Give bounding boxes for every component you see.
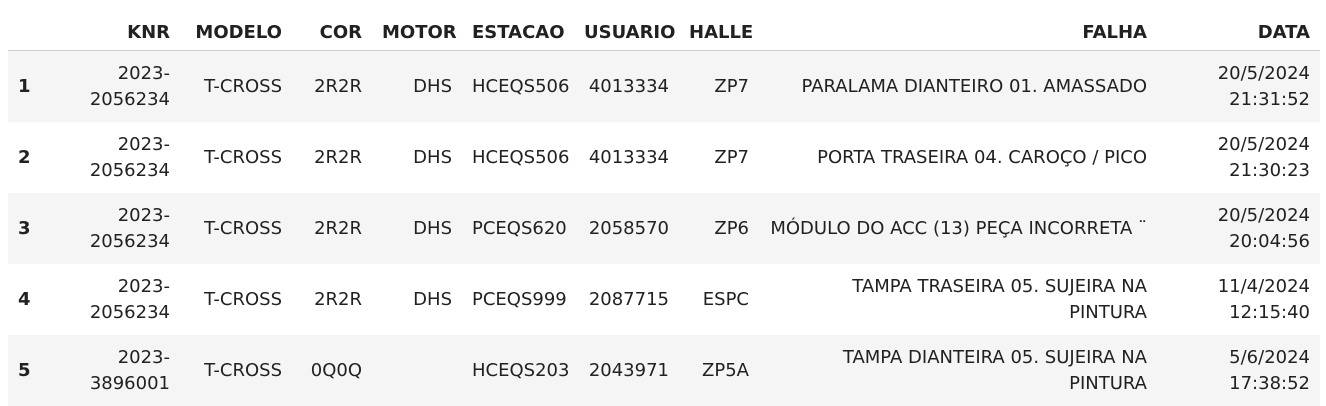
cell-knr: 2023- 3896001	[68, 335, 180, 406]
cell-cor: 2R2R	[292, 122, 372, 193]
cell-knr: 2023- 2056234	[68, 51, 180, 123]
cell-knr: 2023- 2056234	[68, 193, 180, 264]
cell-halle: ZP5A	[679, 335, 759, 406]
cell-data: 11/4/2024 12:15:40	[1157, 264, 1320, 335]
column-header-index	[8, 14, 68, 51]
cell-usuario: 4013334	[574, 51, 679, 123]
dataframe-container: KNR MODELO COR MOTOR ESTACAO USUARIO HAL…	[0, 0, 1326, 406]
row-index: 5	[8, 335, 68, 406]
cell-cor: 2R2R	[292, 264, 372, 335]
cell-cor: 0Q0Q	[292, 335, 372, 406]
cell-estacao: PCEQS620	[462, 193, 574, 264]
table-row: 2 2023- 2056234 T-CROSS 2R2R DHS HCEQS50…	[8, 122, 1320, 193]
row-index: 1	[8, 51, 68, 123]
cell-data: 20/5/2024 21:31:52	[1157, 51, 1320, 123]
cell-usuario: 4013334	[574, 122, 679, 193]
cell-knr: 2023- 2056234	[68, 122, 180, 193]
row-index: 2	[8, 122, 68, 193]
cell-data: 20/5/2024 21:30:23	[1157, 122, 1320, 193]
cell-modelo: T-CROSS	[180, 193, 292, 264]
cell-motor: DHS	[372, 264, 462, 335]
data-table: KNR MODELO COR MOTOR ESTACAO USUARIO HAL…	[8, 14, 1320, 406]
cell-halle: ZP7	[679, 122, 759, 193]
column-header-usuario: USUARIO	[574, 14, 679, 51]
cell-motor: DHS	[372, 51, 462, 123]
cell-falha: MÓDULO DO ACC (13) PEÇA INCORRETA ¨	[759, 193, 1157, 264]
column-header-motor: MOTOR	[372, 14, 462, 51]
column-header-knr: KNR	[68, 14, 180, 51]
table-row: 5 2023- 3896001 T-CROSS 0Q0Q HCEQS203 20…	[8, 335, 1320, 406]
cell-falha: TAMPA DIANTEIRA 05. SUJEIRA NA PINTURA	[759, 335, 1157, 406]
cell-halle: ESPC	[679, 264, 759, 335]
table-row: 4 2023- 2056234 T-CROSS 2R2R DHS PCEQS99…	[8, 264, 1320, 335]
cell-modelo: T-CROSS	[180, 264, 292, 335]
cell-data: 20/5/2024 20:04:56	[1157, 193, 1320, 264]
cell-usuario: 2087715	[574, 264, 679, 335]
cell-motor	[372, 335, 462, 406]
header-row: KNR MODELO COR MOTOR ESTACAO USUARIO HAL…	[8, 14, 1320, 51]
column-header-halle: HALLE	[679, 14, 759, 51]
table-row: 1 2023- 2056234 T-CROSS 2R2R DHS HCEQS50…	[8, 51, 1320, 123]
cell-falha: PORTA TRASEIRA 04. CAROÇO / PICO	[759, 122, 1157, 193]
row-index: 4	[8, 264, 68, 335]
column-header-modelo: MODELO	[180, 14, 292, 51]
cell-falha: TAMPA TRASEIRA 05. SUJEIRA NA PINTURA	[759, 264, 1157, 335]
table-row: 3 2023- 2056234 T-CROSS 2R2R DHS PCEQS62…	[8, 193, 1320, 264]
cell-estacao: HCEQS506	[462, 51, 574, 123]
cell-modelo: T-CROSS	[180, 335, 292, 406]
cell-modelo: T-CROSS	[180, 51, 292, 123]
cell-cor: 2R2R	[292, 51, 372, 123]
table-body: 1 2023- 2056234 T-CROSS 2R2R DHS HCEQS50…	[8, 51, 1320, 406]
cell-estacao: PCEQS999	[462, 264, 574, 335]
cell-data: 5/6/2024 17:38:52	[1157, 335, 1320, 406]
column-header-falha: FALHA	[759, 14, 1157, 51]
column-header-estacao: ESTACAO	[462, 14, 574, 51]
cell-knr: 2023- 2056234	[68, 264, 180, 335]
cell-estacao: HCEQS203	[462, 335, 574, 406]
cell-falha: PARALAMA DIANTEIRO 01. AMASSADO	[759, 51, 1157, 123]
column-header-cor: COR	[292, 14, 372, 51]
cell-motor: DHS	[372, 122, 462, 193]
cell-motor: DHS	[372, 193, 462, 264]
row-index: 3	[8, 193, 68, 264]
cell-usuario: 2058570	[574, 193, 679, 264]
cell-usuario: 2043971	[574, 335, 679, 406]
table-header: KNR MODELO COR MOTOR ESTACAO USUARIO HAL…	[8, 14, 1320, 51]
cell-halle: ZP7	[679, 51, 759, 123]
cell-halle: ZP6	[679, 193, 759, 264]
cell-modelo: T-CROSS	[180, 122, 292, 193]
cell-estacao: HCEQS506	[462, 122, 574, 193]
cell-cor: 2R2R	[292, 193, 372, 264]
column-header-data: DATA	[1157, 14, 1320, 51]
